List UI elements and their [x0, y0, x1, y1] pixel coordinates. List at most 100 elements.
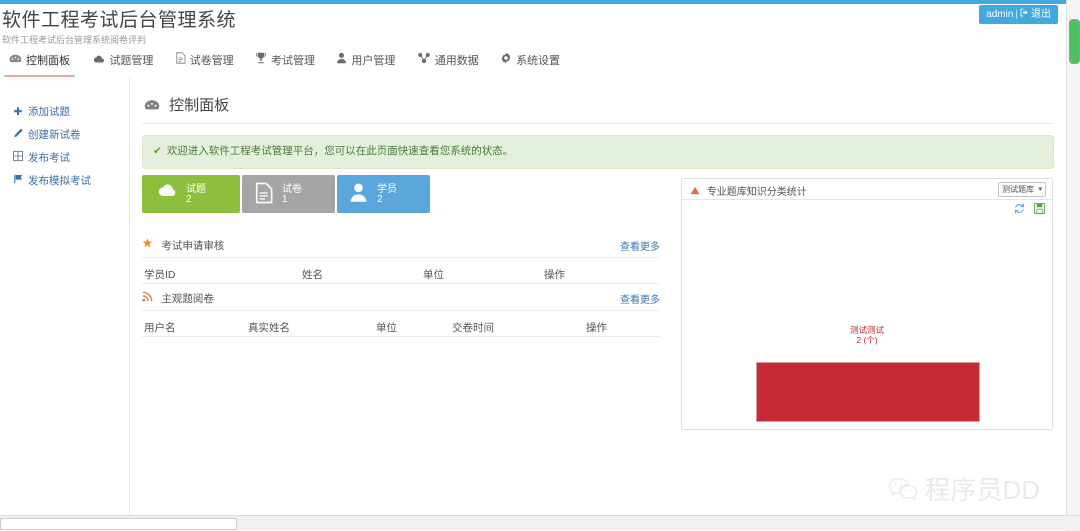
- stat-tile-papers[interactable]: 试卷 1: [242, 175, 335, 213]
- column-header-student-id: 学员ID: [144, 269, 176, 281]
- chart-canvas: 测试测试 2 (个): [682, 200, 1052, 429]
- nav-item-paper-management[interactable]: 试卷管理: [166, 46, 243, 76]
- nav-item-system-settings[interactable]: 系统设置: [491, 46, 569, 76]
- page-title-label: 控制面板: [169, 97, 230, 114]
- horizontal-scrollbar[interactable]: [0, 515, 1080, 531]
- section-title-subjective-grading: 主观题阅卷: [161, 293, 214, 305]
- stat-tile-value-students: 2: [377, 194, 383, 205]
- horizontal-scrollbar-thumb[interactable]: [0, 518, 237, 530]
- trophy-icon: [255, 46, 267, 76]
- section-header-subjective-grading: 主观题阅卷 查看更多: [142, 291, 660, 311]
- chart-slice-测试测试[interactable]: [756, 362, 980, 422]
- flag-icon: [12, 174, 24, 187]
- chart-slice-label-value: 2 (个): [856, 335, 878, 345]
- sidebar-item-create-paper[interactable]: 创建新试卷: [12, 127, 81, 142]
- chart-panel: 专业题库知识分类统计 测试题库 ▾ 测试测试 2 (个): [681, 178, 1053, 430]
- section-more-exam-review[interactable]: 查看更多: [620, 238, 660, 253]
- user-icon: [336, 46, 347, 76]
- column-header-name: 姓名: [302, 269, 323, 281]
- logout-icon: [1020, 8, 1029, 20]
- dashboard-icon: [144, 98, 164, 115]
- section-divider-exam-review: [142, 257, 660, 258]
- sidebar-label-create-paper: 创建新试卷: [28, 129, 81, 141]
- star-icon: [142, 238, 156, 252]
- document-icon: [175, 46, 186, 76]
- welcome-alert: ✔ 欢迎进入软件工程考试管理平台，您可以在此页面快速查看您系统的状态。: [142, 135, 1054, 169]
- column-header-unit-2: 单位: [376, 322, 397, 334]
- column-header-unit: 单位: [423, 269, 444, 281]
- stat-tile-value-papers: 1: [282, 194, 288, 205]
- section-body-divider-exam-review: [142, 283, 660, 284]
- nav-label-user-management: 用户管理: [351, 55, 396, 67]
- wechat-icon: [888, 476, 918, 508]
- section-divider-subjective-grading: [142, 310, 660, 311]
- section-header-exam-review: 考试申请审核 查看更多: [142, 238, 660, 258]
- chart-panel-title: 专业题库知识分类统计: [690, 183, 807, 198]
- stat-tile-questions[interactable]: 试题 2: [142, 175, 240, 213]
- sidebar-label-add-question: 添加试题: [28, 106, 70, 118]
- nav-item-dashboard[interactable]: 控制面板: [0, 46, 79, 77]
- stat-tile-label-papers: 试卷: [282, 184, 302, 195]
- cloud-icon: [154, 182, 178, 206]
- sidebar-label-publish-exam: 发布考试: [28, 152, 70, 164]
- nav-item-user-management[interactable]: 用户管理: [327, 46, 404, 76]
- document-icon: [254, 182, 278, 206]
- nav-label-exam-management: 考试管理: [271, 55, 316, 67]
- nav-label-dashboard: 控制面板: [26, 55, 70, 67]
- nav-item-exam-management[interactable]: 考试管理: [246, 46, 324, 76]
- cloud-icon: [91, 46, 105, 76]
- logout-label[interactable]: 退出: [1031, 9, 1051, 20]
- chart-icon: [690, 187, 703, 198]
- nav-label-system-settings: 系统设置: [516, 55, 561, 67]
- app-header: 软件工程考试后台管理系统 软件工程考试后台管理系统阅卷评判 admin | 退出: [0, 4, 1066, 46]
- user-icon: [349, 182, 373, 206]
- pencil-icon: [12, 128, 24, 141]
- page-title: 控制面板: [144, 94, 229, 115]
- main-navigation: 控制面板 试题管理 试卷管理 考试管理 用户管理 通用数据 系统设置: [0, 46, 1066, 78]
- sidebar: ✚ 添加试题 创建新试卷 发布考试 发布模拟考试: [0, 77, 130, 530]
- column-header-actions: 操作: [544, 269, 565, 281]
- stat-tile-label-questions: 试题: [186, 184, 206, 195]
- welcome-alert-text: 欢迎进入软件工程考试管理平台，您可以在此页面快速查看您系统的状态。: [166, 145, 514, 157]
- sidebar-item-publish-exam[interactable]: 发布考试: [12, 150, 70, 165]
- sidebar-item-publish-mock-exam[interactable]: 发布模拟考试: [12, 173, 91, 188]
- app-title: 软件工程考试后台管理系统: [2, 10, 237, 31]
- stat-tile-label-students: 学员: [377, 184, 397, 195]
- stat-tile-value-questions: 2: [186, 194, 192, 205]
- question-bank-select[interactable]: 测试题库 ▾: [998, 182, 1046, 197]
- vertical-scrollbar[interactable]: [1066, 0, 1080, 515]
- user-account-box[interactable]: admin | 退出: [979, 5, 1058, 24]
- nav-label-question-bank: 试题管理: [109, 55, 154, 67]
- dashboard-icon: [9, 46, 22, 76]
- nav-item-question-bank[interactable]: 试题管理: [82, 46, 162, 76]
- app-subtitle: 软件工程考试后台管理系统阅卷评判: [2, 35, 147, 45]
- column-header-real-name: 真实姓名: [248, 322, 290, 334]
- user-separator: |: [1015, 9, 1018, 20]
- nav-item-common-data[interactable]: 通用数据: [408, 46, 488, 76]
- chart-panel-header: 专业题库知识分类统计 测试题库 ▾: [682, 179, 1052, 200]
- share-icon: [417, 46, 431, 76]
- gear-icon: [500, 46, 512, 76]
- chevron-down-icon: ▾: [1038, 186, 1042, 193]
- section-title-exam-review: 考试申请审核: [161, 240, 225, 252]
- section-more-subjective-grading[interactable]: 查看更多: [620, 291, 660, 306]
- title-divider: [142, 123, 1054, 124]
- chart-panel-title-label: 专业题库知识分类统计: [706, 187, 807, 198]
- check-icon: ✔: [153, 145, 162, 157]
- vertical-scrollbar-thumb[interactable]: [1069, 19, 1080, 64]
- nav-label-paper-management: 试卷管理: [189, 55, 234, 67]
- plus-icon: ✚: [13, 106, 23, 118]
- rss-icon: [142, 291, 156, 305]
- scrollbar-corner: [1065, 516, 1080, 531]
- nav-label-common-data: 通用数据: [434, 55, 479, 67]
- username-label: admin: [986, 9, 1014, 20]
- section-body-divider-subjective-grading: [142, 336, 660, 337]
- column-header-username: 用户名: [144, 322, 176, 334]
- sidebar-item-add-question[interactable]: ✚ 添加试题: [12, 104, 70, 119]
- chart-slice-label-category: 测试测试: [849, 325, 884, 335]
- watermark-text: 程序员DD: [924, 474, 1040, 505]
- stat-tile-students[interactable]: 学员 2: [337, 175, 430, 213]
- column-header-actions-2: 操作: [586, 322, 607, 334]
- watermark: 程序员DD: [888, 475, 1040, 508]
- calendar-icon: [12, 151, 24, 164]
